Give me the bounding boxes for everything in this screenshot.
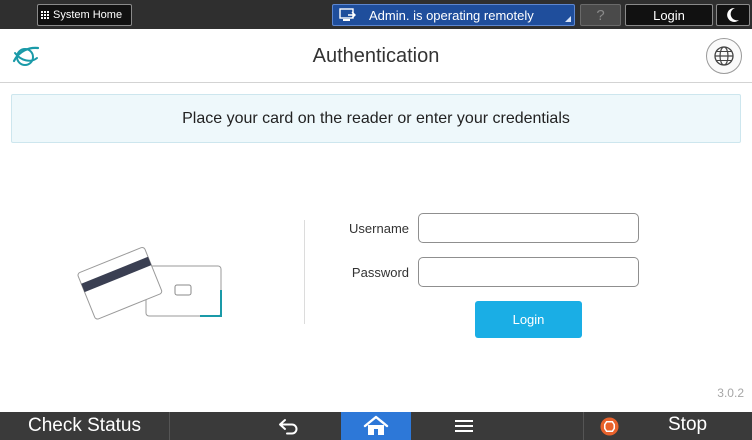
login-button-label: Login [512, 312, 545, 327]
remote-screen-icon [339, 8, 356, 21]
expand-corner-icon [565, 16, 571, 22]
remote-operation-banner[interactable]: Admin. is operating remotely [332, 4, 575, 26]
globe-icon [714, 46, 734, 66]
stop-button[interactable]: Stop [583, 412, 752, 440]
card-reader-illustration [77, 246, 222, 320]
password-label: Password [351, 265, 409, 280]
system-home-label: System Home [53, 9, 123, 21]
back-button[interactable] [257, 412, 321, 440]
page-title: Authentication [312, 44, 440, 67]
username-label: Username [349, 221, 409, 236]
back-arrow-icon [279, 419, 298, 435]
vertical-divider [304, 220, 305, 324]
login-top-label: Login [653, 7, 685, 23]
stop-icon [600, 417, 619, 436]
bottom-bar: Check Status Stop [0, 412, 752, 440]
version-text: 3.0.2 [717, 386, 744, 400]
night-mode-button[interactable] [716, 4, 750, 26]
moon-icon [727, 7, 739, 22]
menu-button[interactable] [432, 412, 496, 440]
top-status-bar: System Home Admin. is operating remotely… [0, 0, 752, 29]
help-button[interactable]: ? [580, 4, 621, 26]
language-button[interactable] [706, 38, 742, 74]
home-button[interactable] [341, 412, 411, 440]
menu-icon [455, 420, 473, 432]
main-content: Place your card on the reader or enter y… [0, 84, 752, 412]
username-field[interactable] [418, 213, 639, 243]
login-button[interactable]: Login [475, 301, 582, 338]
instruction-banner: Place your card on the reader or enter y… [11, 94, 741, 143]
app-grid-icon [41, 11, 49, 19]
stop-label: Stop [668, 414, 708, 435]
password-field[interactable] [418, 257, 639, 287]
check-status-label: Check Status [28, 415, 141, 436]
remote-banner-label: Admin. is operating remotely [369, 7, 534, 23]
check-status-button[interactable]: Check Status [0, 412, 170, 440]
home-icon [363, 415, 389, 435]
login-top-button[interactable]: Login [625, 4, 713, 26]
header: Authentication [0, 29, 752, 83]
help-label: ? [596, 6, 605, 24]
system-home-button[interactable]: System Home [37, 4, 132, 26]
